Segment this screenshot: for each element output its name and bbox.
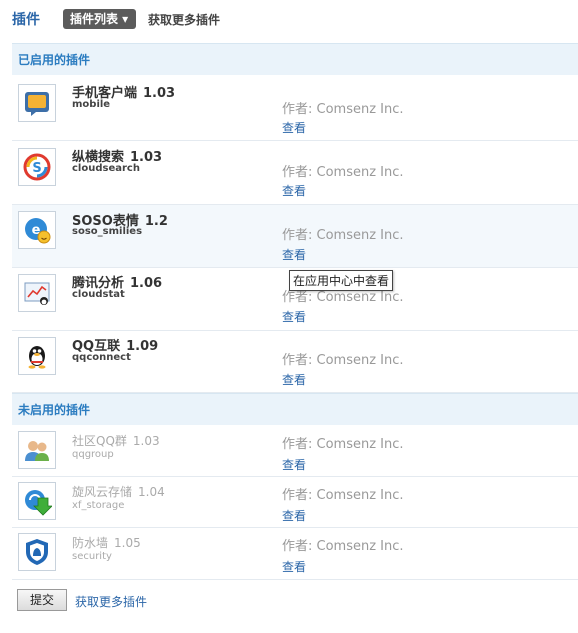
qq-group-icon [18,431,56,469]
plugin-identifier: qqconnect [72,352,131,363]
view-link[interactable]: 查看 [282,371,306,388]
plugin-author: 作者: Comsenz Inc. [282,488,404,503]
view-link[interactable]: 查看 [282,456,306,473]
plugin-row-security: 防水墙 1.05 security 作者: Comsenz Inc. 查看 [12,528,578,580]
view-link[interactable]: 查看 [282,246,306,263]
page-title: 插件 [12,12,40,28]
security-shield-icon [18,533,56,571]
plugin-identifier: mobile [72,99,111,110]
plugin-author: 作者: Comsenz Inc. [282,539,404,554]
plugin-row-soso-smilies: e SOSO表情 1.2 soso_smilies 作者: Comsenz Inc… [12,205,578,268]
qq-penguin-icon [18,337,56,375]
view-link[interactable]: 查看 [282,507,306,524]
svg-text:S: S [32,161,41,176]
plugin-name: 防水墙 1.05 [72,536,141,550]
soso-smiley-icon: e [18,211,56,249]
plugin-row-qqgroup: 社区QQ群 1.03 qqgroup 作者: Comsenz Inc. 查看 [12,426,578,477]
plugin-list-dropdown[interactable]: 插件列表 ▾ [63,9,137,29]
analytics-icon [18,274,56,312]
plugin-author: 作者: Comsenz Inc. [282,102,404,117]
mobile-chat-icon [18,84,56,122]
plugin-identifier: security [72,551,112,562]
top-bar: 插件 插件列表 ▾ 获取更多插件 [0,0,578,38]
view-link[interactable]: 查看 [282,119,306,136]
view-link[interactable]: 查看 [282,182,306,199]
plugin-name: 社区QQ群 1.03 [72,434,160,448]
disabled-section-header: 未启用的插件 [12,393,578,425]
cloud-storage-icon [18,482,56,520]
plugin-name: 旋风云存储 1.04 [72,485,165,499]
plugin-author: 作者: Comsenz Inc. [282,353,404,368]
view-link[interactable]: 查看 [282,558,306,575]
cloudsearch-icon: S [18,148,56,186]
plugin-identifier: xf_storage [72,500,125,511]
plugin-identifier: soso_smilies [72,226,143,237]
enabled-section-header: 已启用的插件 [12,43,578,75]
app-center-tooltip: 在应用中心中查看 [289,270,394,291]
plugin-row-xf-storage: 旋风云存储 1.04 xf_storage 作者: Comsenz Inc. 查看 [12,477,578,528]
plugin-identifier: qqgroup [72,449,114,460]
plugin-author: 作者: Comsenz Inc. [282,437,404,452]
get-more-plugins-link[interactable]: 获取更多插件 [148,11,220,28]
plugin-author: 作者: Comsenz Inc. [282,228,404,243]
submit-button[interactable]: 提交 [17,589,67,611]
plugin-author: 作者: Comsenz Inc. [282,165,404,180]
plugin-identifier: cloudstat [72,289,125,300]
get-more-plugins-footer-link[interactable]: 获取更多插件 [75,593,147,610]
view-link[interactable]: 查看 [282,308,306,325]
plugin-row-qqconnect: QQ互联 1.09 qqconnect 作者: Comsenz Inc. 查看 [12,331,578,393]
plugin-row-mobile: 手机客户端 1.03 mobile 作者: Comsenz Inc. 查看 [12,76,578,141]
plugin-identifier: cloudsearch [72,163,140,174]
plugin-row-cloudsearch: S 纵横搜索 1.03 cloudsearch 作者: Comsenz Inc. … [12,141,578,205]
